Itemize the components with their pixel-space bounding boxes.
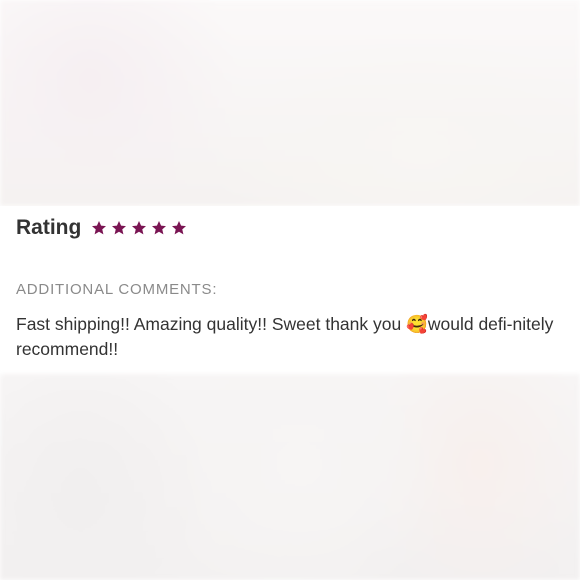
rating-row: Rating xyxy=(16,216,187,240)
star-icon xyxy=(152,221,167,235)
star-icon xyxy=(112,221,127,235)
review-card: Rating ADDITIONAL COMMENTS: Fast shippin… xyxy=(0,206,580,374)
blurred-photo-top xyxy=(0,0,580,206)
comments-heading: ADDITIONAL COMMENTS: xyxy=(16,281,218,298)
rating-label: Rating xyxy=(16,216,82,239)
star-icon xyxy=(172,221,187,235)
review-page: Rating ADDITIONAL COMMENTS: Fast shippin… xyxy=(0,0,580,580)
star-rating xyxy=(91,220,187,236)
comment-text: Fast shipping!! Amazing quality!! Sweet … xyxy=(16,314,554,359)
star-icon xyxy=(92,221,107,235)
blurred-photo-bottom xyxy=(0,374,580,580)
star-icon xyxy=(132,221,147,235)
